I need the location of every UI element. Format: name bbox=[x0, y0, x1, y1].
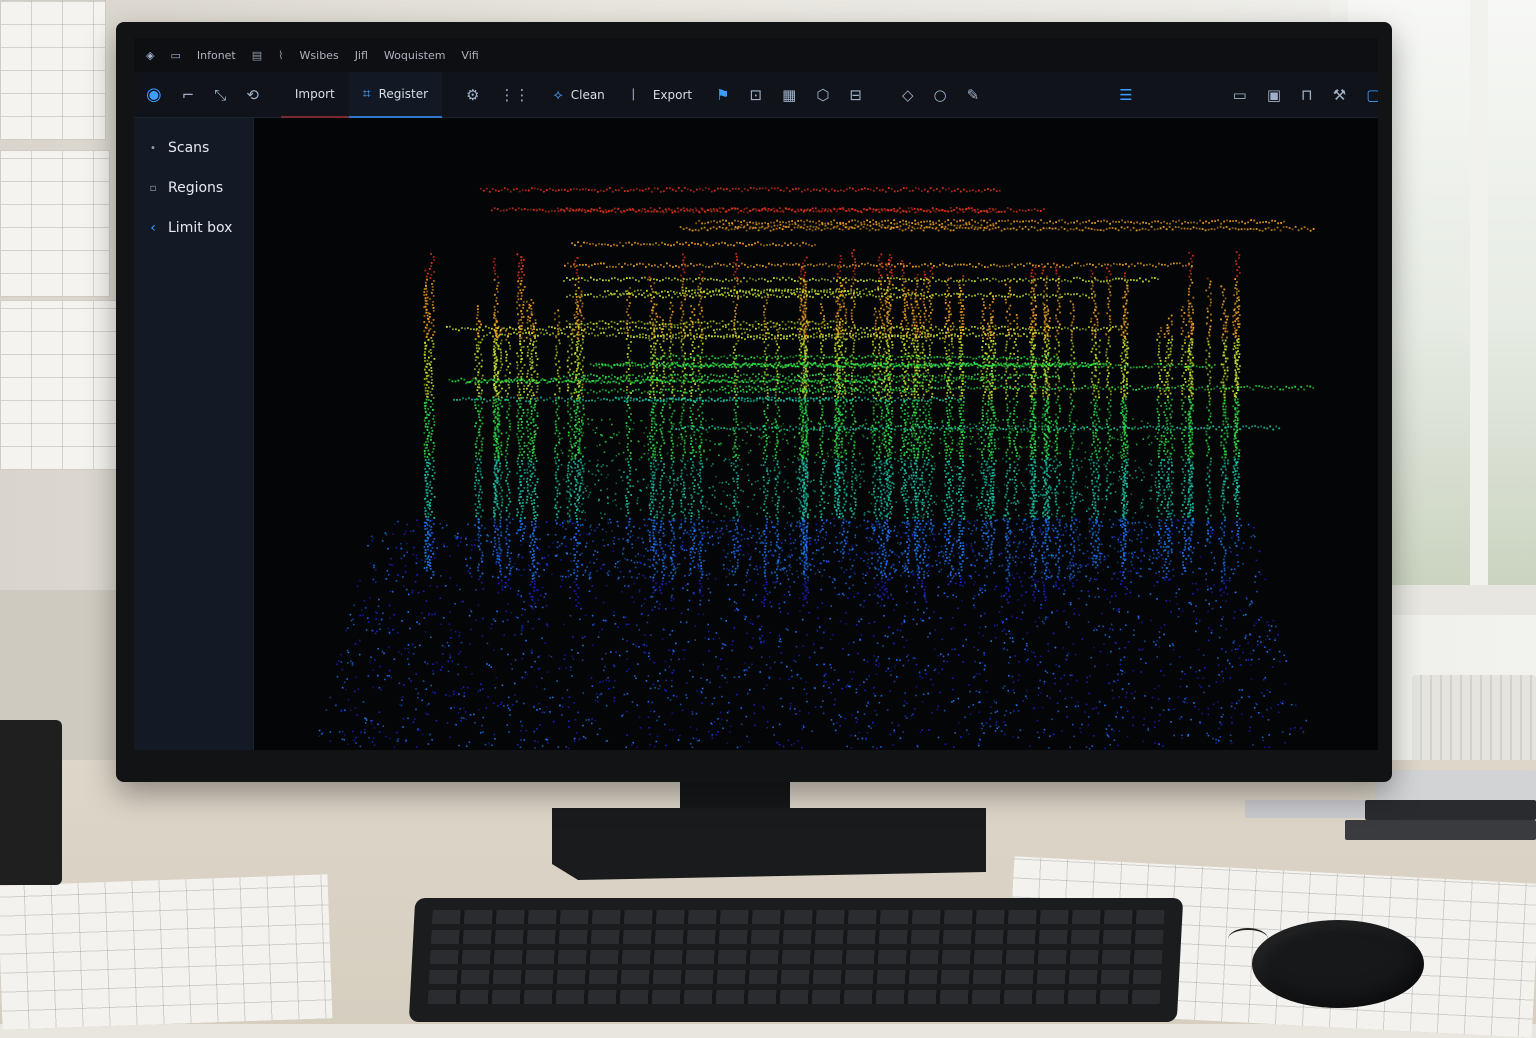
clean-button[interactable]: ⟡ Clean bbox=[539, 72, 618, 118]
measure-icon: ⌇ bbox=[278, 49, 283, 62]
point-cloud[interactable] bbox=[254, 118, 1378, 750]
pen-icon[interactable]: ✎ bbox=[957, 86, 990, 104]
import-button[interactable]: Import bbox=[281, 72, 349, 118]
point-cloud-points bbox=[319, 187, 1315, 750]
app-logo-icon: ◈ bbox=[146, 49, 154, 62]
wall-floor-plan bbox=[0, 150, 110, 297]
settings-icon[interactable]: ⚒ bbox=[1323, 86, 1356, 104]
menu-item[interactable]: Vifi bbox=[461, 49, 478, 62]
sidebar-item-label: Regions bbox=[168, 180, 223, 196]
sidebar-item-regions[interactable]: ▫ Regions bbox=[134, 168, 253, 208]
box-icon[interactable]: ⬡ bbox=[806, 86, 839, 104]
pen-holder bbox=[0, 720, 62, 885]
minimize-icon[interactable]: ▭ bbox=[1223, 86, 1257, 104]
bullet-icon: • bbox=[148, 143, 158, 154]
layers-toggle-icon[interactable]: ☰ bbox=[1109, 86, 1142, 104]
menu-item[interactable]: Wsibes bbox=[300, 49, 339, 62]
register-icon: ⌗ bbox=[363, 86, 371, 102]
point-cloud-viewport[interactable] bbox=[254, 118, 1378, 750]
mouse bbox=[1252, 920, 1424, 1008]
select-icon[interactable]: ⌐ bbox=[172, 86, 205, 104]
blueprint-paper bbox=[0, 874, 332, 1029]
register-label: Register bbox=[379, 87, 428, 101]
sidebar: • Scans ▫ Regions ‹ Limit box bbox=[134, 118, 254, 750]
panel-icon[interactable]: ▢ bbox=[1356, 86, 1378, 104]
ruler-icon[interactable]: ⊓ bbox=[1291, 86, 1323, 104]
screen: ◈ ▭ Infonet ▤ ⌇ Wsibes Jifl Woquistem Vi… bbox=[134, 38, 1378, 750]
grid-icon[interactable]: ⋮⋮ bbox=[489, 86, 539, 104]
sidebar-item-limit-box[interactable]: ‹ Limit box bbox=[134, 208, 253, 248]
import-label: Import bbox=[295, 87, 335, 101]
location-icon[interactable]: ◇ bbox=[892, 86, 924, 104]
wall-floor-plan bbox=[0, 300, 120, 470]
layers-icon: ▤ bbox=[252, 49, 262, 62]
pick-icon[interactable]: ⤡ bbox=[204, 86, 236, 104]
menu-item[interactable]: Woquistem bbox=[384, 49, 446, 62]
clean-icon: ⟡ bbox=[553, 87, 562, 103]
book-stack bbox=[1245, 770, 1536, 850]
crop-icon[interactable]: ⊡ bbox=[740, 86, 773, 104]
bullet-icon: ▫ bbox=[148, 183, 158, 194]
clean-label: Clean bbox=[571, 88, 605, 102]
sidebar-item-label: Limit box bbox=[168, 220, 232, 236]
chevron-left-icon: ‹ bbox=[148, 220, 158, 236]
window-frame bbox=[1470, 0, 1488, 600]
filter-icon[interactable]: ⚙ bbox=[456, 86, 489, 104]
menu-item[interactable]: Jifl bbox=[355, 49, 368, 62]
sidebar-item-scans[interactable]: • Scans bbox=[134, 128, 253, 168]
keyboard bbox=[409, 898, 1183, 1022]
toolbar: ◉ ⌐ ⤡ ⟲ Import ⌗ Register ⚙ ⋮⋮ ⟡ Clean ⎸… bbox=[134, 72, 1378, 118]
statistics-icon[interactable]: ▦ bbox=[772, 86, 806, 104]
sidebar-item-label: Scans bbox=[168, 140, 209, 156]
bookmark-icon[interactable]: ⚑ bbox=[706, 86, 739, 104]
register-button[interactable]: ⌗ Register bbox=[349, 72, 442, 118]
view-icon[interactable]: ▣ bbox=[1257, 86, 1291, 104]
monitor-stand-base bbox=[552, 800, 986, 880]
export-icon: ⎸ bbox=[633, 87, 645, 102]
scan-icon[interactable]: ⊟ bbox=[839, 86, 872, 104]
wall-floor-plan bbox=[0, 0, 106, 140]
search-icon[interactable]: ○ bbox=[924, 86, 957, 104]
menu-bar: ◈ ▭ Infonet ▤ ⌇ Wsibes Jifl Woquistem Vi… bbox=[134, 38, 1378, 72]
link-icon[interactable]: ⟲ bbox=[236, 86, 269, 104]
home-icon[interactable]: ◉ bbox=[146, 84, 172, 105]
menu-item[interactable]: Infonet bbox=[197, 49, 236, 62]
export-button[interactable]: ⎸ Export bbox=[619, 72, 706, 118]
window-icon: ▭ bbox=[170, 49, 180, 62]
export-label: Export bbox=[653, 88, 692, 102]
